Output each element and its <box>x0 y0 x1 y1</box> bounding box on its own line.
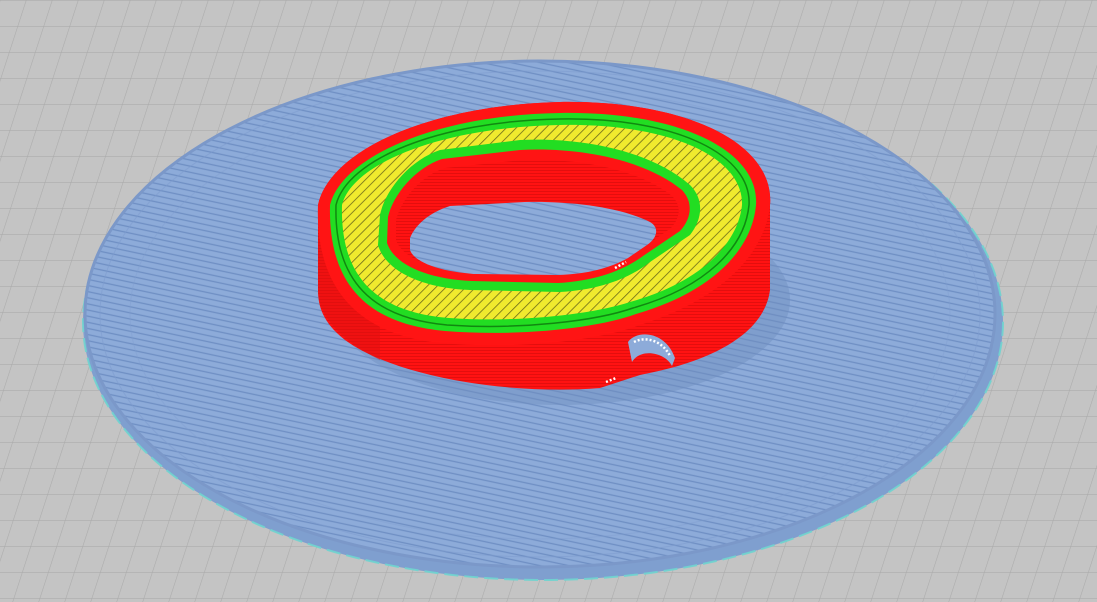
3d-viewport[interactable] <box>0 0 1097 602</box>
layer-preview-canvas[interactable] <box>0 0 1097 602</box>
printed-ring-model <box>317 101 771 390</box>
